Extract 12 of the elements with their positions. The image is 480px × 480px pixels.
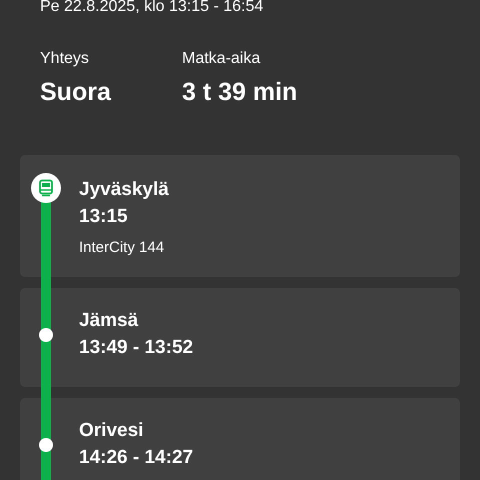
summary-value: Suora (40, 78, 112, 107)
train-name: InterCity 144 (79, 239, 166, 256)
station-name: Jyväskylä (79, 178, 170, 202)
stop-time: 13:15 (79, 205, 129, 229)
stop-time: 13:49 - 13:52 (79, 336, 194, 360)
summary-value: 3 t 39 min (182, 78, 298, 107)
stop-time: 14:26 - 14:27 (79, 446, 194, 470)
station-name: Jämsä (79, 309, 140, 333)
train-icon (31, 173, 61, 203)
summary-label: Matka-aika (182, 50, 262, 68)
summary-label: Yhteys (40, 50, 90, 68)
station-name: Orivesi (79, 419, 144, 443)
